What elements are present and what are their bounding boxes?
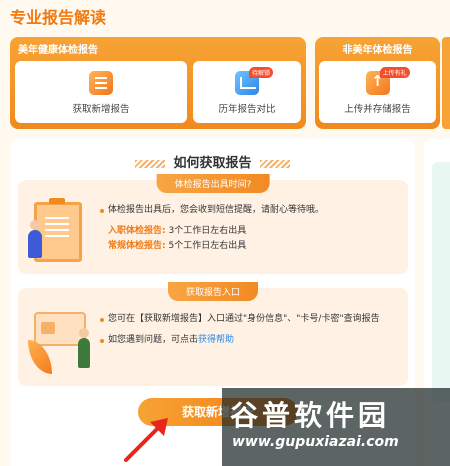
other-report-group: 非美年体检报告 上传有礼 上传并存储报告 — [315, 37, 440, 129]
red-arrow-icon — [124, 418, 168, 462]
group-title: 美年健康体检报告 — [18, 45, 98, 56]
document-icon — [89, 71, 113, 95]
section-label: 获取报告入口 — [167, 282, 259, 301]
person-illustration — [28, 220, 42, 258]
upload-gift-badge: 上传有礼 — [379, 67, 410, 78]
upload-report-card[interactable]: 上传有礼 上传并存储报告 — [319, 61, 436, 123]
row-key: 入职体检报告: — [108, 226, 166, 236]
query-note: 您可在【获取新增报告】入口通过"身份信息"、"卡号/卡密"查询报告 — [100, 313, 400, 326]
section-label: 体检报告出具时间? — [156, 174, 270, 193]
next-card-edge — [442, 37, 450, 129]
get-new-report-card[interactable]: 获取新增报告 — [15, 61, 187, 123]
entry-report-row: 入职体检报告: 3个工作日左右出具 — [100, 225, 400, 238]
sms-note: 体检报告出具后，您会收到短信提醒，请耐心等待哦。 — [100, 204, 400, 217]
page-title: 专业报告解读 — [10, 8, 107, 27]
group-title: 非美年体检报告 — [342, 45, 413, 56]
section-body: 体检报告出具后，您会收到短信提醒，请耐心等待哦。 入职体检报告: 3个工作日左右… — [100, 204, 400, 253]
person-illustration — [78, 328, 90, 368]
report-time-section: 体检报告出具时间? 体检报告出具后，您会收到短信提醒，请耐心等待哦。 入职体检报… — [18, 174, 408, 274]
help-note: 如您遇到问题，可点击获得帮助 — [100, 334, 400, 347]
watermark-url: www.gupuxiazai.com — [232, 434, 399, 450]
meinian-report-group: 美年健康体检报告 获取新增报告 待解锁 历年报告对比 — [10, 37, 306, 129]
watermark-title: 谷普软件园 — [230, 399, 391, 432]
compare-reports-card[interactable]: 待解锁 历年报告对比 — [193, 61, 301, 123]
row-value: 5个工作日左右出具 — [168, 241, 247, 251]
card-label: 上传并存储报告 — [344, 104, 411, 115]
help-prefix: 如您遇到问题，可点击 — [108, 335, 199, 345]
locked-badge: 待解锁 — [249, 67, 274, 78]
regular-report-row: 常规体检报告: 5个工作日左右出具 — [100, 240, 400, 253]
row-value: 3个工作日左右出具 — [168, 226, 247, 236]
report-entry-section: 获取报告入口 您可在【获取新增报告】入口通过"身份信息"、"卡号/卡密"查询报告… — [18, 282, 408, 386]
row-key: 常规体检报告: — [108, 241, 166, 251]
get-help-link[interactable]: 获得帮助 — [198, 335, 234, 345]
card-label: 历年报告对比 — [218, 104, 276, 115]
section-body: 您可在【获取新增报告】入口通过"身份信息"、"卡号/卡密"查询报告 如您遇到问题… — [100, 313, 400, 347]
watermark: 谷普软件园 www.gupuxiazai.com — [222, 388, 450, 466]
how-to-title: 如何获取报告 — [10, 152, 415, 171]
card-label: 获取新增报告 — [72, 104, 130, 115]
